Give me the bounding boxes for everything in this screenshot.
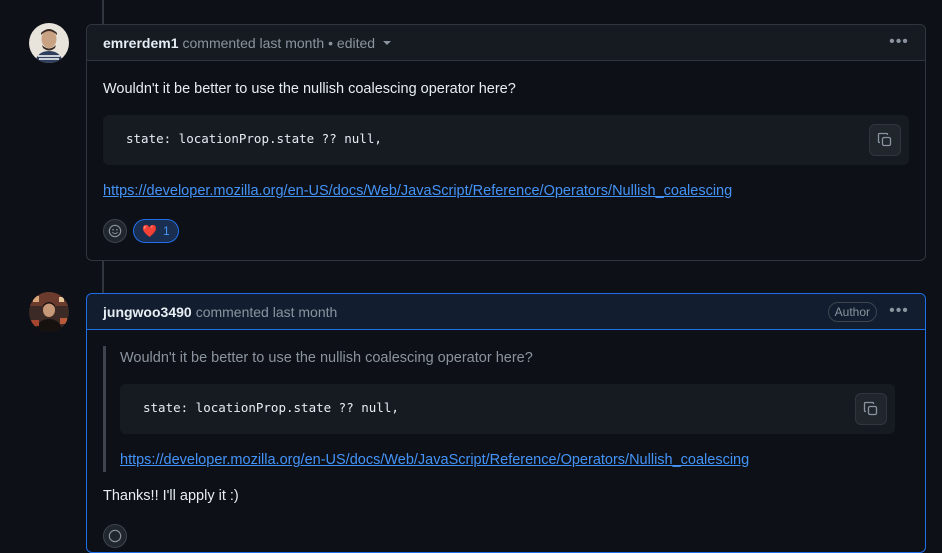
smiley-icon <box>108 529 122 543</box>
code-text: state: locationProp.state ?? null, <box>143 400 399 415</box>
reaction-count: 1 <box>162 224 170 238</box>
blockquote-border <box>103 346 106 472</box>
heart-emoji: ❤️ <box>142 224 157 238</box>
avatar-jungwoo3490[interactable] <box>29 292 69 332</box>
copy-button[interactable] <box>855 393 887 425</box>
code-text: state: locationProp.state ?? null, <box>126 131 382 146</box>
triangle-down-icon[interactable] <box>383 40 392 45</box>
quoted-code-block: state: locationProp.state ?? null, <box>120 384 895 434</box>
comment-body: Wouldn't it be better to use the nullish… <box>103 81 516 97</box>
edited-indicator[interactable]: • edited <box>328 35 375 51</box>
copy-button[interactable] <box>869 124 901 156</box>
comment-timestamp[interactable]: commented last month <box>183 35 325 51</box>
comment-header: jungwoo3490 commented last month Author … <box>87 294 925 330</box>
comment-body: Thanks!! I'll apply it :) <box>103 488 239 504</box>
kebab-horizontal-icon[interactable]: ••• <box>889 34 909 50</box>
reference-link[interactable]: https://developer.mozilla.org/en-US/docs… <box>103 183 732 199</box>
code-block: state: locationProp.state ?? null, <box>103 115 909 165</box>
comment-header: emrerdem1 commented last month • edited … <box>87 25 925 61</box>
comment-card-emrerdem1: emrerdem1 commented last month • edited … <box>86 24 926 261</box>
quoted-text: Wouldn't it be better to use the nullish… <box>120 350 533 366</box>
copy-icon <box>877 132 892 147</box>
comment-card-jungwoo3490: jungwoo3490 commented last month Author … <box>86 293 926 553</box>
heart-reaction-button[interactable]: ❤️ 1 <box>133 219 179 243</box>
avatar-emrerdem1[interactable] <box>29 23 69 63</box>
add-reaction-button[interactable] <box>103 524 127 548</box>
add-reaction-button[interactable] <box>103 219 127 243</box>
copy-icon <box>863 401 878 416</box>
comment-author[interactable]: jungwoo3490 <box>103 304 192 320</box>
comment-timestamp[interactable]: commented last month <box>196 304 338 320</box>
quoted-reference-link[interactable]: https://developer.mozilla.org/en-US/docs… <box>120 452 749 468</box>
comment-author[interactable]: emrerdem1 <box>103 35 179 51</box>
smiley-icon <box>108 224 122 238</box>
kebab-horizontal-icon[interactable]: ••• <box>889 303 909 319</box>
author-badge: Author <box>827 302 877 322</box>
